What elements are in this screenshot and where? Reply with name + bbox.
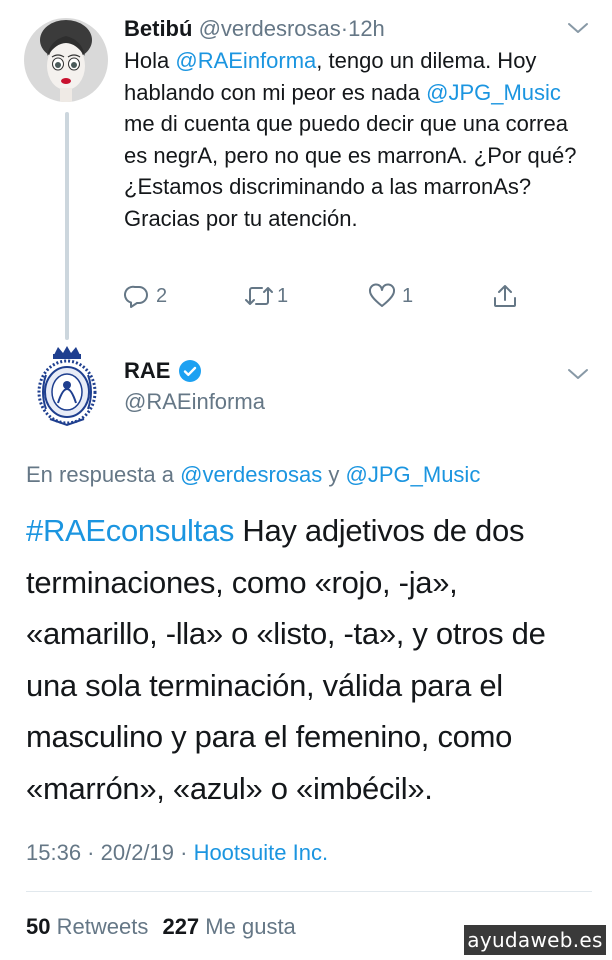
- rae-avatar[interactable]: [36, 345, 98, 427]
- tweet-stats: 50 Retweets 227 Me gusta: [26, 913, 296, 941]
- separator: ·: [340, 16, 349, 41]
- user-display-name[interactable]: RAE: [124, 357, 170, 385]
- watermark: ayudaweb.es: [464, 925, 606, 955]
- user-avatar[interactable]: [24, 18, 108, 102]
- reply-context: En respuesta a @verdesrosas y @JPG_Music: [26, 461, 480, 489]
- retweets-label: Retweets: [56, 914, 149, 939]
- tweet-header: Betibú @verdesrosas·12h: [124, 15, 385, 43]
- tweet-timestamp: 15:36 · 20/2/19 · Hootsuite Inc.: [26, 839, 328, 867]
- like-button[interactable]: 1: [368, 282, 413, 310]
- share-button[interactable]: [492, 282, 518, 310]
- timestamp-text: 15:36 · 20/2/19 ·: [26, 840, 194, 865]
- tweet-text: #RAEconsultas Hay adjetivos de dos termi…: [26, 505, 592, 814]
- tweet-text-part: Hola: [124, 48, 176, 73]
- thread-connector-line: [65, 112, 69, 340]
- retweet-button[interactable]: 1: [244, 282, 288, 310]
- verified-badge-icon: [179, 360, 202, 382]
- mention-link[interactable]: @JPG_Music: [346, 462, 481, 487]
- reply-icon: [124, 285, 148, 308]
- mention-link[interactable]: @verdesrosas: [180, 462, 322, 487]
- tweet-menu-button[interactable]: [566, 18, 590, 38]
- heart-icon: [369, 283, 395, 307]
- share-icon: [494, 285, 516, 307]
- like-count: 1: [402, 284, 414, 307]
- rae-seal-avatar-icon: [37, 346, 97, 427]
- tweet-menu-button[interactable]: [566, 364, 590, 384]
- reply-prefix: En respuesta a: [26, 462, 181, 487]
- chevron-down-icon: [568, 23, 588, 33]
- tweet-time[interactable]: 12h: [348, 16, 385, 41]
- mention-link[interactable]: @RAEinforma: [175, 48, 316, 73]
- tweet-text-part: me di cuenta que puedo decir que una cor…: [124, 111, 577, 231]
- likes-count: 227: [162, 914, 200, 939]
- retweets-stat[interactable]: 50 Retweets: [26, 914, 148, 939]
- likes-label: Me gusta: [205, 914, 296, 939]
- likes-stat[interactable]: 227 Me gusta: [162, 914, 295, 939]
- reply-button[interactable]: 2: [124, 282, 167, 310]
- tweet-text-body: Hay adjetivos de dos terminaciones, como…: [26, 513, 546, 806]
- divider: [26, 891, 592, 892]
- woman-portrait-avatar-icon: [24, 18, 108, 102]
- user-display-name-row: RAE: [124, 357, 202, 385]
- reply-and: y: [322, 462, 346, 487]
- chevron-down-icon: [568, 369, 588, 379]
- retweet-icon: [245, 287, 273, 305]
- user-handle[interactable]: @verdesrosas: [199, 16, 341, 41]
- tweet-text: Hola @RAEinforma, tengo un dilema. Hoy h…: [124, 45, 594, 234]
- retweet-count: 1: [277, 284, 289, 307]
- hashtag-link[interactable]: #RAEconsultas: [26, 513, 234, 548]
- retweets-count: 50: [26, 914, 51, 939]
- reply-count: 2: [156, 284, 168, 307]
- user-display-name[interactable]: Betibú: [124, 16, 192, 41]
- user-handle[interactable]: @RAEinforma: [124, 388, 265, 416]
- source-link[interactable]: Hootsuite Inc.: [194, 840, 329, 865]
- mention-link[interactable]: @JPG_Music: [426, 80, 561, 105]
